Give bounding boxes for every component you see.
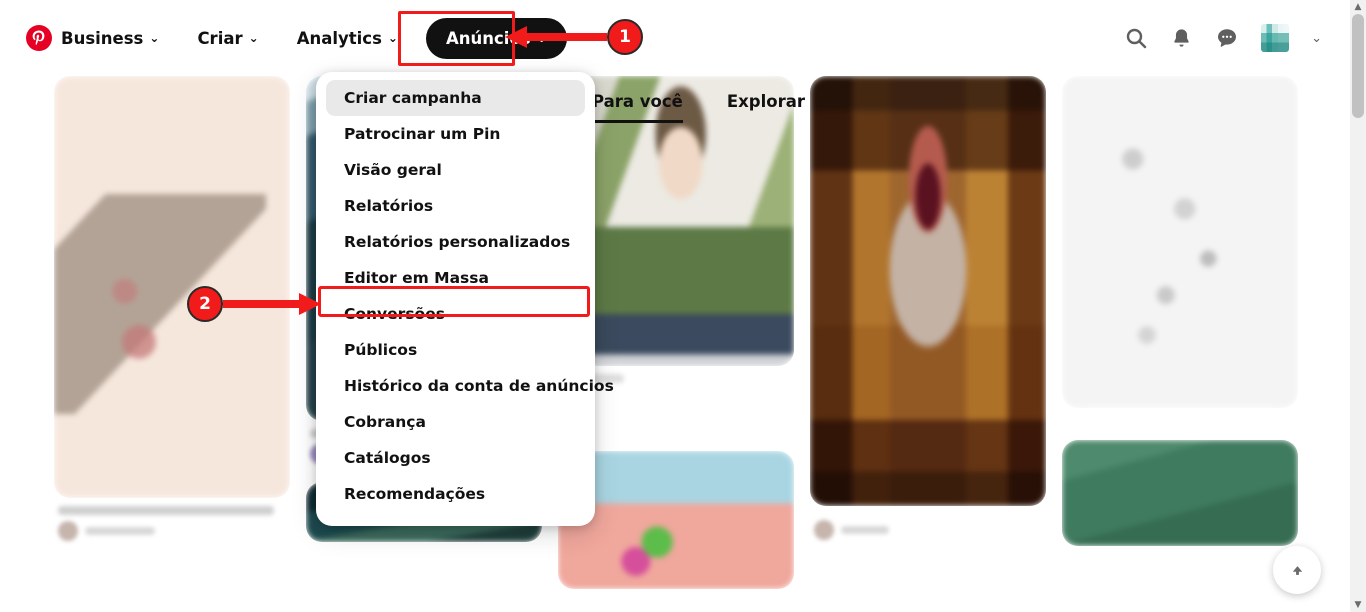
pin-column-4 [810, 76, 1046, 540]
account-avatar[interactable] [1261, 24, 1290, 52]
page-scrollbar[interactable]: ▲ ▼ [1350, 0, 1366, 612]
menu-item-relatorios[interactable]: Relatórios [326, 188, 585, 224]
caption-line [58, 506, 274, 515]
pin-image [1062, 76, 1298, 408]
chevron-down-icon: ⌄ [149, 31, 160, 45]
annotation-badge-2: 2 [187, 286, 223, 322]
tab-para-voce[interactable]: Para você [592, 92, 683, 123]
pinterest-business-page: Business ⌄ Criar ⌄ Analytics ⌄ Anúncios … [0, 0, 1366, 612]
pin-image [1062, 440, 1298, 546]
notifications-bell-icon[interactable] [1170, 27, 1193, 50]
menu-item-publicos[interactable]: Públicos [326, 332, 585, 368]
brand-label: Business [61, 28, 144, 48]
menu-item-catalogos[interactable]: Catálogos [326, 440, 585, 476]
search-icon[interactable] [1124, 26, 1148, 50]
menu-item-recomendacoes[interactable]: Recomendações [326, 476, 585, 512]
author-avatar [58, 521, 78, 541]
pin-author [58, 521, 286, 541]
menu-item-relatorios-personalizados[interactable]: Relatórios personalizados [326, 224, 585, 260]
scrollbar-up-arrow[interactable]: ▲ [1350, 0, 1366, 14]
messages-icon[interactable] [1215, 26, 1239, 50]
chevron-down-icon: ⌄ [248, 31, 259, 45]
pin-author [814, 520, 1042, 540]
pin-column-1 [54, 76, 290, 541]
scroll-to-top-button[interactable] [1273, 546, 1321, 594]
annotation-badge-1: 1 [607, 19, 643, 55]
pin-card[interactable] [1062, 440, 1298, 546]
author-name [841, 526, 889, 534]
scrollbar-thumb[interactable] [1352, 14, 1364, 118]
pin-card[interactable] [54, 76, 290, 498]
menu-item-criar-campanha[interactable]: Criar campanha [326, 80, 585, 116]
pin-image [810, 76, 1046, 506]
pin-caption [54, 498, 290, 541]
author-name [85, 527, 155, 535]
pin-card[interactable] [1062, 76, 1298, 408]
menu-item-cobranca[interactable]: Cobrança [326, 404, 585, 440]
menu-item-editor-em-massa[interactable]: Editor em Massa [326, 260, 585, 296]
tab-explorar[interactable]: Explorar [727, 92, 805, 123]
menu-item-historico-da-conta-de-anuncios[interactable]: Histórico da conta de anúncios [326, 368, 614, 404]
anuncios-dropdown-menu: Criar campanha Patrocinar um Pin Visão g… [316, 72, 614, 526]
pinterest-logo-icon [26, 25, 52, 51]
menu-item-patrocinar-um-pin[interactable]: Patrocinar um Pin [326, 116, 585, 152]
annotation-arrow-1 [505, 26, 607, 48]
annotation-arrow-2 [223, 293, 321, 315]
arrow-up-icon [1292, 565, 1302, 575]
author-avatar [814, 520, 834, 540]
scrollbar-down-arrow[interactable]: ▼ [1350, 598, 1366, 612]
header-actions: ⌄ [1124, 24, 1322, 52]
menu-item-visao-geral[interactable]: Visão geral [326, 152, 585, 188]
menu-item-conversoes[interactable]: Conversões [326, 296, 585, 332]
nav-item-analytics[interactable]: Analytics ⌄ [287, 21, 408, 56]
pin-feed-grid [0, 76, 1350, 612]
nav-label: Analytics [296, 28, 382, 48]
top-navigation-bar: Business ⌄ Criar ⌄ Analytics ⌄ Anúncios … [0, 0, 1350, 76]
brand-home-link[interactable]: Business ⌄ [26, 21, 169, 56]
pin-image [54, 76, 290, 498]
pin-column-5 [1062, 76, 1298, 546]
feed-tabs: Para você Explorar [592, 92, 805, 123]
brand-menu[interactable]: Business ⌄ [61, 21, 169, 56]
pin-card[interactable] [810, 76, 1046, 506]
pin-caption [810, 506, 1046, 540]
chevron-down-icon: ⌄ [387, 31, 398, 45]
account-chevron-down-icon[interactable]: ⌄ [1311, 31, 1322, 46]
nav-label: Criar [197, 28, 243, 48]
nav-item-criar[interactable]: Criar ⌄ [187, 21, 268, 56]
